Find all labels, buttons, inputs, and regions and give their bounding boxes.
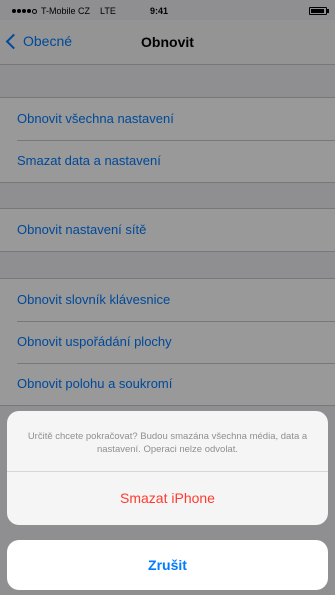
action-sheet: Určitě chcete pokračovat? Budou smazána … — [7, 411, 328, 525]
cancel-button[interactable]: Zrušit — [7, 540, 328, 590]
erase-iphone-button[interactable]: Smazat iPhone — [7, 471, 328, 525]
action-sheet-message: Určitě chcete pokračovat? Budou smazána … — [27, 431, 308, 455]
